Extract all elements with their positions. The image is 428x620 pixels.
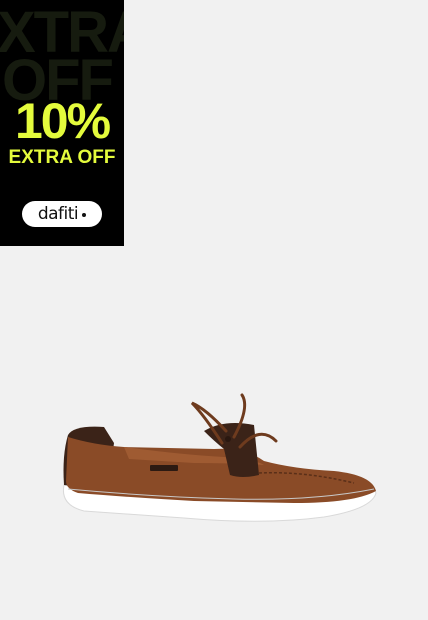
boat-shoe-icon — [62, 393, 377, 522]
dafiti-logo: dafiti — [22, 201, 102, 227]
extra-off-label: EXTRA OFF — [8, 147, 116, 168]
promo-banner: XTRA OFF 10% EXTRA OFF dafiti — [0, 0, 124, 246]
brand-dot-icon — [82, 213, 87, 217]
brand-name: dafiti — [37, 203, 79, 224]
discount-percentage: 10% — [14, 93, 111, 149]
product-image[interactable] — [54, 385, 384, 535]
